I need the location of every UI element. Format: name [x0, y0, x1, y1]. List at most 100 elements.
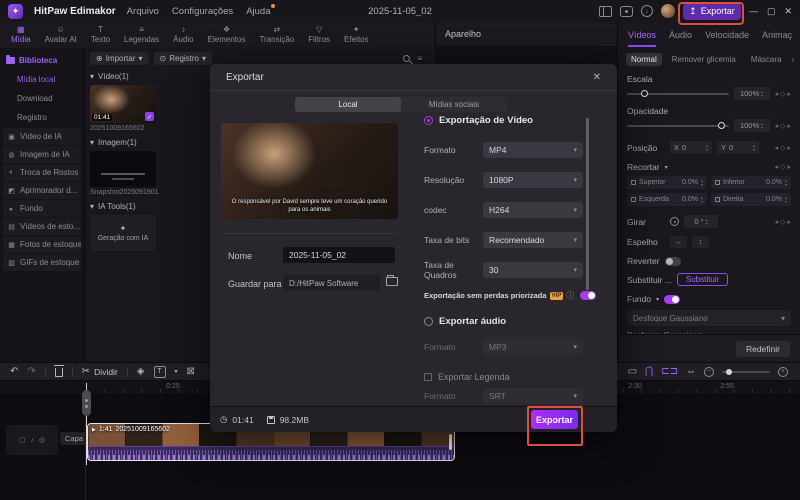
sidebar-item-download[interactable]: Download [0, 89, 84, 108]
crop-keyframe-controls[interactable]: ◂ ◇ ▸ [775, 163, 791, 171]
tab-elementos[interactable]: ❖ Elementos [201, 26, 253, 45]
sidebar-item-biblioteca[interactable]: Biblioteca [0, 51, 84, 70]
stepper-icon[interactable]: ▴ ▾ [761, 122, 763, 129]
framerate-select[interactable]: 30 ▾ [483, 262, 583, 278]
marker-icon[interactable]: ◈ [137, 366, 145, 377]
search-icon[interactable] [403, 54, 411, 62]
subtitle-format-select[interactable]: SRT ▾ [483, 388, 583, 404]
list-view-icon[interactable]: ≡ [417, 54, 422, 63]
close-button[interactable]: ✕ [784, 6, 792, 17]
playhead-grip[interactable] [82, 390, 91, 416]
record-button[interactable]: ⊙ Registro ▾ [153, 51, 213, 65]
info-icon[interactable]: ⓘ [566, 290, 574, 301]
download-icon[interactable]: ↓ [640, 5, 653, 17]
rotate-value[interactable]: 0 ° ▴ ▾ [684, 215, 718, 228]
crop-label[interactable]: Recortar [627, 162, 660, 172]
position-y-input[interactable]: Y 0 ▴ ▾ [717, 141, 759, 154]
codec-select[interactable]: H264 ▾ [483, 202, 583, 218]
rotate-keyframe-controls[interactable]: ◂ ◇ ▸ [775, 218, 791, 226]
sidebar-item-fotos-estoque[interactable]: ▦ Fotos de estoque [3, 236, 81, 253]
audio-export-radio[interactable] [424, 317, 433, 326]
selected-check-icon[interactable]: ✓ [145, 112, 154, 121]
scissors-icon[interactable]: ✂ [82, 366, 90, 377]
sidebar-item-videos-estoque[interactable]: ▤ Vídeos de esto... [3, 218, 81, 235]
hide-track-icon[interactable]: ◎ [39, 436, 45, 444]
caret-down-icon[interactable]: ▾ [175, 368, 178, 375]
scale-slider[interactable] [627, 89, 729, 97]
layout-icon[interactable] [598, 5, 612, 17]
chip-mascara[interactable]: Máscara [746, 53, 787, 66]
tab-texto[interactable]: T Texto [84, 26, 117, 45]
format-select[interactable]: MP4 ▾ [483, 142, 583, 158]
dialog-tab-midias-sociais[interactable]: Mídias sociais [401, 97, 507, 112]
text-tool-icon[interactable]: T [153, 365, 166, 378]
tab-transicao[interactable]: ⇄ Transição [252, 26, 301, 45]
bitrate-select[interactable]: Recomendado ▾ [483, 232, 583, 248]
chip-remover-glicemia[interactable]: Remover glicemia [667, 53, 741, 66]
bracket-select-icon[interactable]: ⊏⊐ [661, 366, 678, 377]
audio-format-select[interactable]: MP3 ▾ [483, 339, 583, 355]
name-input[interactable]: 2025-11-05_02 [283, 247, 395, 263]
chevron-right-icon[interactable]: › [792, 55, 795, 64]
subtitle-export-checkbox[interactable] [424, 373, 432, 381]
resolution-select[interactable]: 1080P ▾ [483, 172, 583, 188]
mute-track-icon[interactable]: ♪ [31, 437, 35, 444]
opacity-keyframe-controls[interactable]: ◂ ◇ ▸ [775, 122, 791, 130]
tab-filtros[interactable]: ▽ Filtros [301, 26, 337, 45]
delete-icon[interactable] [53, 365, 64, 377]
feedback-icon[interactable] [619, 5, 633, 17]
timeline-zoom-slider[interactable] [722, 368, 770, 375]
rotate-dial-icon[interactable] [670, 217, 679, 226]
sidebar-item-video-ia[interactable]: ▣ Vídeo de IA [3, 128, 81, 145]
sidebar-item-fundo[interactable]: ▸ Fundo [3, 200, 81, 217]
tab-velocidade[interactable]: Velocidade [705, 30, 749, 47]
stepper-icon[interactable]: ▴ ▾ [761, 90, 763, 97]
undo-icon[interactable]: ↶ [10, 366, 18, 377]
track-type-icon[interactable]: ▢ [19, 436, 26, 444]
replace-button[interactable]: Substituir [676, 273, 729, 286]
cover-button[interactable]: Capa [60, 432, 88, 445]
tab-avatar-ai[interactable]: ☺ Avatar AI [38, 26, 84, 45]
remove-gap-icon[interactable]: ⊠ [187, 366, 195, 377]
dialog-tab-local[interactable]: Local [295, 97, 401, 112]
flip-horizontal-icon[interactable]: ↔ [670, 236, 687, 248]
crop-top-input[interactable]: Superior 0.0% ▴ ▾ [627, 176, 707, 189]
clip-trim-handle[interactable] [449, 434, 452, 450]
tab-animacao[interactable]: Animaç [762, 30, 792, 47]
link-clips-icon[interactable]: ▭ [628, 366, 637, 377]
image-thumbnail[interactable] [90, 151, 156, 187]
ai-generation-card[interactable]: ✦ Geração com IA [90, 215, 156, 251]
split-label[interactable]: Dividir [94, 367, 118, 377]
scale-keyframe-controls[interactable]: ◂ ◇ ▸ [775, 90, 791, 98]
redo-icon[interactable]: ↷ [27, 366, 35, 377]
browse-folder-icon[interactable] [386, 275, 398, 286]
background-blur-select[interactable]: Desfoque Gaussiano ▾ [627, 310, 791, 326]
opacity-slider[interactable] [627, 121, 729, 129]
tab-midia[interactable]: ▦ Mídia [4, 26, 38, 45]
dialog-close-icon[interactable]: ✕ [593, 72, 601, 83]
crop-bottom-input[interactable]: Inferior 0.0% ▴ ▾ [711, 176, 791, 189]
tab-efeitos[interactable]: ✦ Efeitos [337, 26, 375, 45]
chip-normal[interactable]: Normal [626, 53, 662, 66]
fit-timeline-icon[interactable]: ⇔ [686, 366, 696, 377]
scale-value[interactable]: 100% ▴ ▾ [733, 87, 770, 100]
video-export-radio[interactable] [424, 116, 433, 125]
tab-audio[interactable]: ♪ Áudio [166, 26, 200, 45]
user-avatar[interactable] [660, 4, 675, 18]
sidebar-item-midia-local[interactable]: Mídia local [0, 70, 84, 89]
save-path-input[interactable]: D:/HitPaw Software [283, 275, 380, 291]
dialog-scrollbar[interactable] [586, 118, 589, 290]
zoom-out-icon[interactable]: − [704, 366, 714, 377]
flip-vertical-icon[interactable]: ↕ [692, 236, 709, 248]
position-keyframe-controls[interactable]: ◂ ◇ ▸ [775, 144, 791, 152]
video-thumbnail[interactable]: 01:41 ✓ [90, 85, 156, 123]
tab-legendas[interactable]: ≡ Legendas [117, 26, 166, 45]
minimize-button[interactable]: — [749, 6, 758, 16]
sidebar-item-troca-rostos[interactable]: ◐ Troca de Rostos [3, 164, 81, 181]
crop-left-input[interactable]: Esquerda 0.0% ▴ ▾ [627, 193, 707, 206]
menu-ajuda[interactable]: Ajuda [246, 3, 275, 17]
maximize-button[interactable]: ▢ [767, 6, 776, 17]
magnet-icon[interactable]: ⋂ [645, 366, 653, 377]
sidebar-item-aprimorador[interactable]: ◩ Aprimorador d... [3, 182, 81, 199]
import-button[interactable]: ⊕ Importar ▾ [90, 51, 149, 65]
